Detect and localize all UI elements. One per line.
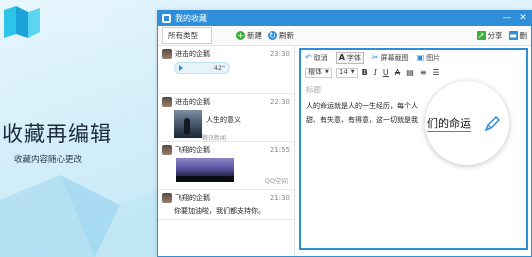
title-bar: 我的收藏 — ✕ — [158, 11, 531, 26]
item-author: 飞翔的企鹅 — [175, 146, 210, 154]
avatar — [162, 193, 172, 203]
item-message: 你要加油啦，我们都支持你。 — [174, 207, 265, 215]
share-label: 分享 — [487, 31, 503, 40]
undo-label: 取消 — [313, 53, 328, 62]
screenshot-button[interactable]: ✂ 屏幕截图 — [372, 53, 409, 63]
delete-label: 删 — [519, 31, 528, 40]
bold-button[interactable]: B — [362, 68, 368, 77]
font-tool-button[interactable]: A 字体 — [335, 51, 364, 64]
screenshot-label: 屏幕截图 — [380, 53, 409, 62]
refresh-label: 刷新 — [279, 31, 294, 40]
list-item[interactable]: 飞翔的企鹅 21:55 QQ空间 — [158, 142, 294, 190]
article-thumbnail — [174, 110, 202, 138]
article-title: 人生的意义 — [206, 116, 241, 124]
plus-icon: + — [236, 31, 245, 40]
new-button[interactable]: + 新建 — [236, 30, 262, 41]
app-icon — [162, 14, 171, 23]
chevron-down-icon: ▼ — [325, 69, 329, 75]
new-label: 新建 — [247, 31, 262, 40]
list-item[interactable]: 飞翔的企鹅 21:30 你要加油啦，我们都支持你。 — [158, 190, 294, 220]
avatar — [162, 145, 172, 155]
photo-source: QQ空间 — [264, 177, 288, 185]
promo-panel: 收藏再编辑 收藏内容随心更改 — [0, 0, 160, 257]
undo-button[interactable]: ↶ 取消 — [305, 53, 328, 63]
italic-button[interactable]: I — [374, 68, 377, 77]
font-icon: A — [338, 53, 345, 62]
voice-duration: 42" — [213, 64, 225, 72]
align-icon[interactable]: ≡ — [420, 68, 427, 77]
item-time: 22:30 — [269, 98, 290, 106]
underline-button[interactable]: U — [383, 68, 389, 77]
font-size-value: 14 — [338, 68, 348, 76]
font-size-select[interactable]: 14 ▼ — [335, 67, 358, 78]
trash-icon: ▬ — [508, 31, 518, 40]
article-source: 腾讯新闻 — [202, 135, 227, 142]
item-author: 飞翔的企鹅 — [175, 194, 210, 202]
play-icon — [179, 65, 183, 71]
pencil-icon — [484, 115, 501, 132]
image-icon: ▣ — [416, 53, 425, 62]
item-author: 进击的企鹅 — [175, 98, 210, 106]
item-time: 21:55 — [269, 146, 290, 154]
photo-thumbnail — [176, 158, 234, 182]
favorites-window: 我的收藏 — ✕ 所有类型 + 新建 ↻ 刷新 ↗ 分享 ▬ 删 进击的企鹅 2… — [157, 10, 532, 257]
favorites-list: 进击的企鹅 23:30 42" 进击的企鹅 22:30 人生的意义 腾讯新闻 飞… — [158, 46, 295, 256]
voice-message[interactable]: 42" — [174, 62, 230, 74]
item-time: 23:30 — [269, 50, 290, 58]
strikethrough-button[interactable]: A — [395, 68, 400, 77]
window-title: 我的收藏 — [175, 14, 207, 23]
scissors-icon: ✂ — [371, 53, 379, 62]
item-time: 21:30 — [269, 194, 290, 202]
promo-title: 收藏再编辑 — [2, 122, 112, 146]
editor-toolbar: ↶ 取消 A 字体 ✂ 屏幕截图 ▣ 图片 — [301, 50, 526, 65]
share-icon: ↗ — [476, 31, 486, 40]
item-author: 进击的企鹅 — [175, 50, 210, 58]
chevron-down-icon: ▼ — [350, 69, 355, 75]
list-item[interactable]: 进击的企鹅 22:30 人生的意义 腾讯新闻 — [158, 94, 294, 142]
list-icon[interactable]: ☰ — [433, 68, 440, 77]
avatar — [162, 49, 172, 59]
undo-icon: ↶ — [305, 53, 312, 62]
font-family-select[interactable]: 楷体 ▼ — [305, 67, 332, 78]
image-label: 图片 — [426, 53, 441, 62]
avatar — [162, 97, 172, 107]
promo-subtitle: 收藏内容随心更改 — [14, 155, 83, 165]
refresh-button[interactable]: ↻ 刷新 — [268, 30, 294, 41]
type-filter-select[interactable]: 所有类型 — [162, 27, 212, 44]
close-button[interactable]: ✕ — [515, 11, 531, 26]
format-toolbar: 楷体 ▼ 14 ▼ B I U A ▤ ≡ ☰ — [301, 65, 526, 80]
text-color-icon[interactable]: ▤ — [406, 68, 414, 77]
favorites-logo-icon — [4, 6, 40, 38]
refresh-icon: ↻ — [268, 31, 277, 40]
magnified-text: 们的命运 — [427, 116, 471, 132]
share-button[interactable]: ↗ 分享 — [476, 30, 503, 41]
main-toolbar: 所有类型 + 新建 ↻ 刷新 ↗ 分享 ▬ 删 — [158, 26, 531, 46]
minimize-button[interactable]: — — [499, 11, 515, 26]
font-family-value: 楷体 — [308, 68, 322, 76]
list-item[interactable]: 进击的企鹅 23:30 42" — [158, 46, 294, 94]
magnifier-overlay: 们的命运 — [425, 81, 509, 165]
delete-button[interactable]: ▬ 删 — [508, 30, 528, 41]
font-tool-label: 字体 — [346, 53, 361, 62]
image-button[interactable]: ▣ 图片 — [417, 53, 441, 63]
